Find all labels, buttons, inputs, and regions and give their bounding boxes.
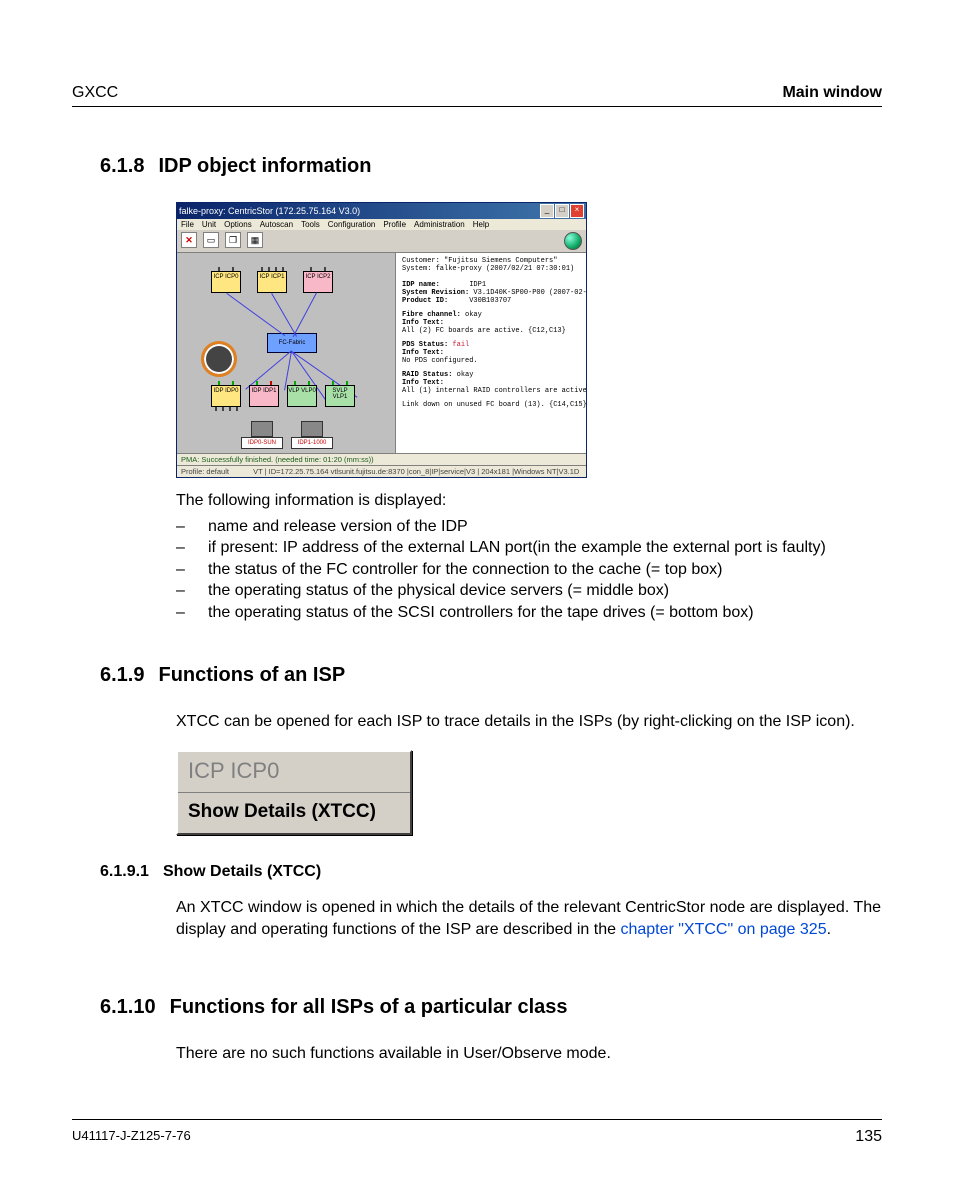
titlebar: falke-proxy: CentricStor (172.25.75.164 … (177, 203, 586, 219)
node-svlp[interactable]: SVLP VLP1 (325, 385, 355, 407)
node-icp1[interactable]: ICP ICP1 (257, 271, 287, 293)
tape-label-0: IDP0-SUN (241, 437, 283, 449)
close-icon[interactable]: × (570, 204, 584, 218)
globe-icon[interactable] (564, 232, 582, 250)
menu-item[interactable]: Autoscan (260, 220, 293, 229)
list-item: name and release version of the IDP (208, 516, 468, 538)
app-window: falke-proxy: CentricStor (172.25.75.164 … (176, 202, 587, 478)
toolbar: ✕ ▭ ❐ ▦ (177, 230, 586, 253)
heading-6191: 6.1.9.1 Show Details (XTCC) (100, 863, 882, 881)
node-idp0[interactable]: IDP IDP0 (211, 385, 241, 407)
list-item: the operating status of the physical dev… (208, 580, 669, 602)
topology-canvas: ICP ICP0 ICP ICP1 ICP ICP2 FC-Fabric (177, 253, 396, 453)
heading-num: 6.1.10 (100, 996, 156, 1019)
refresh-icon[interactable]: ▦ (247, 232, 263, 248)
menu-item[interactable]: Unit (202, 220, 216, 229)
list-item: the status of the FC controller for the … (208, 559, 723, 581)
heading-title: Functions of an ISP (158, 664, 345, 687)
doc-id: U41117-J-Z125-7-76 (72, 1128, 191, 1146)
heading-title: IDP object information (158, 155, 371, 178)
header-left: GXCC (72, 84, 118, 102)
body-text: An XTCC window is opened in which the de… (176, 897, 882, 940)
bullet-list: –name and release version of the IDP –if… (176, 516, 882, 624)
node-icp2[interactable]: ICP ICP2 (303, 271, 333, 293)
menu-item[interactable]: Administration (414, 220, 465, 229)
minimize-icon[interactable]: _ (540, 204, 554, 218)
heading-618: 6.1.8 IDP object information (100, 155, 882, 178)
menu-item[interactable]: Options (224, 220, 252, 229)
page: GXCC Main window 6.1.8 IDP object inform… (0, 0, 954, 1204)
tape-icon[interactable] (301, 421, 323, 437)
section-6191-body: An XTCC window is opened in which the de… (176, 897, 882, 940)
clone-icon[interactable]: ❐ (225, 232, 241, 248)
menu-item[interactable]: Help (473, 220, 489, 229)
section-618-body: falke-proxy: CentricStor (172.25.75.164 … (176, 202, 882, 624)
page-number: 135 (855, 1128, 882, 1146)
body-text: There are no such functions available in… (176, 1043, 882, 1065)
heading-619: 6.1.9 Functions of an ISP (100, 664, 882, 687)
list-item: if present: IP address of the external L… (208, 537, 826, 559)
menubar: File Unit Options Autoscan Tools Configu… (177, 219, 586, 230)
window-buttons: _ □ × (540, 204, 584, 218)
node-idp1[interactable]: IDP IDP1 (249, 385, 279, 407)
section-6110-body: There are no such functions available in… (176, 1043, 882, 1065)
section-619-body: XTCC can be opened for each ISP to trace… (176, 711, 882, 836)
maximize-icon[interactable]: □ (555, 204, 569, 218)
menu-item[interactable]: Profile (383, 220, 406, 229)
node-vlp[interactable]: VLP VLP0 (287, 385, 317, 407)
tape-icon[interactable] (251, 421, 273, 437)
xref-link[interactable]: chapter "XTCC" on page 325 (620, 921, 826, 938)
menu-item[interactable]: Tools (301, 220, 320, 229)
status-bar-1: PMA: Successfully finished. (needed time… (177, 453, 586, 465)
heading-num: 6.1.9 (100, 664, 144, 687)
page-header: GXCC Main window (72, 84, 882, 107)
heading-title: Show Details (XTCC) (163, 863, 321, 881)
body-text: XTCC can be opened for each ISP to trace… (176, 711, 882, 733)
window-icon[interactable]: ▭ (203, 232, 219, 248)
intro-text: The following information is displayed: (176, 490, 882, 512)
app-body: ICP ICP0 ICP ICP1 ICP ICP2 FC-Fabric (177, 253, 586, 453)
heading-num: 6.1.8 (100, 155, 144, 178)
heading-num: 6.1.9.1 (100, 863, 149, 881)
titlebar-text: falke-proxy: CentricStor (172.25.75.164 … (179, 206, 360, 216)
cycle-icon (201, 341, 237, 377)
heading-6110: 6.1.10 Functions for all ISPs of a parti… (100, 996, 882, 1019)
tape-label-1: IDP1-1000 (291, 437, 333, 449)
status-bar-2: Profile: default VT | ID=172.25.75.164 v… (177, 465, 586, 477)
menu-item[interactable]: File (181, 220, 194, 229)
header-right: Main window (782, 84, 882, 102)
context-menu: ICP ICP0 Show Details (XTCC) (176, 750, 412, 835)
node-icp0[interactable]: ICP ICP0 (211, 271, 241, 293)
close-icon[interactable]: ✕ (181, 232, 197, 248)
info-panel: Customer: "Fujitsu Siemens Computers" Sy… (396, 253, 586, 453)
menu-item[interactable]: Configuration (328, 220, 376, 229)
heading-title: Functions for all ISPs of a particular c… (170, 996, 568, 1019)
ctxmenu-item[interactable]: Show Details (XTCC) (178, 793, 410, 833)
ctxmenu-title: ICP ICP0 (178, 752, 410, 793)
page-footer: U41117-J-Z125-7-76 135 (72, 1119, 882, 1146)
list-item: the operating status of the SCSI control… (208, 602, 754, 624)
